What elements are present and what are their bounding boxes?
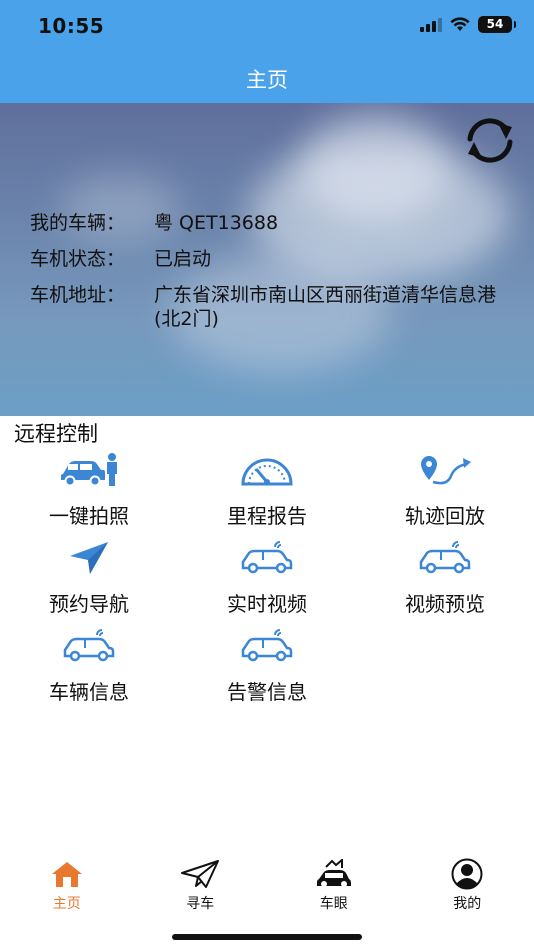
navigation-bar: 主页 xyxy=(0,52,534,103)
wifi-icon xyxy=(450,17,470,31)
device-status-row: 车机状态： 已启动 xyxy=(30,247,504,271)
reserve-navigation-button[interactable]: 预约导航 xyxy=(0,538,178,626)
device-status-value: 已启动 xyxy=(154,248,212,270)
device-address-row: 车机地址： 广东省深圳市南山区西丽街道清华信息港 (北2门) xyxy=(30,283,504,331)
page-title: 主页 xyxy=(246,68,288,92)
car-signal-icon xyxy=(235,626,299,666)
status-icons: 54 xyxy=(420,16,516,33)
bottom-tab-bar: 主页 寻车 车眼 我的 xyxy=(0,850,534,920)
paper-plane-icon xyxy=(180,858,220,890)
car-signal-icon xyxy=(235,538,299,578)
route-icon xyxy=(413,450,477,490)
vehicle-info: 我的车辆： 粤 QET13688 车机状态： 已启动 车机地址： 广东省深圳市南… xyxy=(30,211,504,343)
mileage-report-label: 里程报告 xyxy=(227,504,307,528)
track-playback-label: 轨迹回放 xyxy=(405,504,485,528)
vehicle-plate-row: 我的车辆： 粤 QET13688 xyxy=(30,211,504,235)
tab-home-label: 主页 xyxy=(52,896,81,912)
tab-find-car[interactable]: 寻车 xyxy=(134,850,268,920)
cellular-signal-icon xyxy=(420,17,442,32)
speedometer-icon xyxy=(235,450,299,490)
status-bar: 10:55 54 xyxy=(0,0,534,52)
navigation-arrow-icon xyxy=(57,538,121,578)
vehicle-info-panel: 我的车辆： 粤 QET13688 车机状态： 已启动 车机地址： 广东省深圳市南… xyxy=(0,103,534,416)
alarm-info-button[interactable]: 告警信息 xyxy=(178,626,356,714)
device-status-label: 车机状态： xyxy=(30,248,126,270)
home-indicator[interactable] xyxy=(172,934,362,940)
reserve-navigation-label: 预约导航 xyxy=(49,592,129,616)
tab-car-eye-label: 车眼 xyxy=(319,896,348,912)
tab-car-eye[interactable]: 车眼 xyxy=(267,850,401,920)
car-eye-icon xyxy=(314,858,354,890)
car-person-icon xyxy=(57,450,121,490)
home-icon xyxy=(47,858,87,890)
vehicle-info-button[interactable]: 车辆信息 xyxy=(0,626,178,714)
vehicle-plate-label: 我的车辆： xyxy=(30,212,126,234)
device-address-value: 广东省深圳市南山区西丽街道清华信息港 (北2门) xyxy=(154,284,497,330)
video-preview-button[interactable]: 视频预览 xyxy=(356,538,534,626)
one-key-photo-button[interactable]: 一键拍照 xyxy=(0,450,178,538)
live-video-label: 实时视频 xyxy=(227,592,307,616)
battery-icon: 54 xyxy=(478,16,516,33)
one-key-photo-label: 一键拍照 xyxy=(49,504,129,528)
track-playback-button[interactable]: 轨迹回放 xyxy=(356,450,534,538)
mileage-report-button[interactable]: 里程报告 xyxy=(178,450,356,538)
refresh-button[interactable] xyxy=(462,115,518,165)
alarm-info-label: 告警信息 xyxy=(227,680,307,704)
status-time: 10:55 xyxy=(38,14,105,38)
device-address-label: 车机地址： xyxy=(30,284,126,306)
live-video-button[interactable]: 实时视频 xyxy=(178,538,356,626)
tab-mine[interactable]: 我的 xyxy=(401,850,534,920)
vehicle-info-label: 车辆信息 xyxy=(49,680,129,704)
tab-home[interactable]: 主页 xyxy=(0,850,134,920)
video-preview-label: 视频预览 xyxy=(405,592,485,616)
vehicle-plate-value: 粤 QET13688 xyxy=(154,212,279,234)
tab-find-car-label: 寻车 xyxy=(186,896,215,912)
tab-mine-label: 我的 xyxy=(453,896,482,912)
car-signal-icon xyxy=(57,626,121,666)
remote-control-title: 远程控制 xyxy=(14,422,98,446)
car-signal-icon xyxy=(413,538,477,578)
cloud-decoration xyxy=(300,113,450,223)
user-icon xyxy=(447,858,487,890)
